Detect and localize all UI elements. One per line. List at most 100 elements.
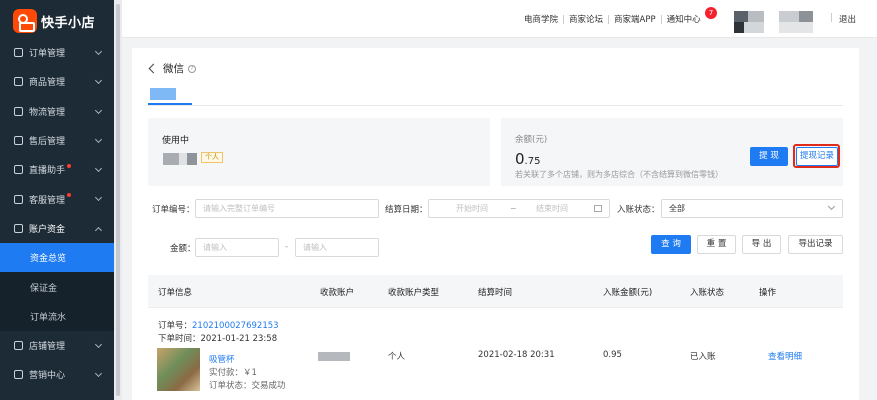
- sidebar-item-service[interactable]: 客服管理: [0, 184, 114, 213]
- balance-card: 余额(元) 0.75 若关联了多个店铺，则为多店综合（不含结算到微信零钱） 提 …: [501, 118, 843, 186]
- entry-status-select[interactable]: 全部: [661, 199, 843, 218]
- end-date-placeholder[interactable]: 结束时间: [536, 200, 568, 217]
- sidebar-item-store[interactable]: 店铺管理: [0, 331, 114, 360]
- sidebar-item-orders[interactable]: 订单管理: [0, 38, 114, 67]
- truck-icon: [14, 106, 23, 116]
- amount-min-input[interactable]: 请输入: [195, 238, 279, 257]
- settle-date-range-picker[interactable]: 开始时间 ~ 结束时间: [428, 199, 610, 218]
- column-header: 收款账户类型: [388, 288, 440, 298]
- product-name-link[interactable]: 吸管杯: [209, 353, 235, 365]
- product-thumbnail[interactable]: [157, 348, 200, 391]
- account-type-tag: 个人: [201, 152, 223, 163]
- sidebar-item-label: 订单流水: [30, 312, 67, 323]
- sidebar-item-goods[interactable]: 商品管理: [0, 67, 114, 96]
- new-dot-badge: [67, 193, 72, 198]
- reset-button[interactable]: 重 置: [697, 235, 736, 254]
- sidebar-menu: 订单管理 商品管理 物流管理 售后管理 直播助手 客服管理 账户资金 资金总览 …: [0, 38, 114, 390]
- order-no-label: 订单号：: [158, 321, 193, 331]
- divider: [831, 13, 832, 22]
- top-links: 电商学院 商家论坛 商家端APP 通知中心: [524, 13, 701, 25]
- logout-link[interactable]: 退出: [839, 13, 856, 25]
- back-arrow-icon[interactable]: [148, 63, 159, 74]
- marketing-icon: [14, 370, 23, 380]
- sidebar-item-label: 账户资金: [29, 224, 66, 235]
- sidebar-item-label: 商品管理: [29, 78, 66, 89]
- row-divider: [148, 307, 843, 308]
- chevron-down-icon: [94, 135, 103, 143]
- sidebar-item-label: 直播助手: [29, 166, 66, 177]
- tab-divider: [148, 105, 843, 106]
- balance-decimal: .75: [524, 156, 541, 167]
- settle-date-label: 结算日期：: [385, 205, 428, 215]
- order-no-label: 订单编号：: [152, 205, 195, 215]
- tab-masked-active[interactable]: [150, 88, 176, 100]
- settle-time-cell: 2021-02-18 20:31: [478, 350, 555, 360]
- entry-status-cell: 已入账: [690, 352, 716, 362]
- sidebar-item-label: 物流管理: [29, 107, 66, 118]
- user-account-masked[interactable]: [734, 11, 824, 33]
- entry-status-label: 入账状态：: [617, 205, 660, 215]
- chevron-down-icon: [94, 165, 103, 173]
- sidebar-item-deposit[interactable]: 保证金: [0, 272, 114, 302]
- sidebar-item-funds-overview[interactable]: 资金总览: [0, 243, 114, 273]
- sidebar-item-label: 店铺管理: [29, 342, 66, 353]
- view-detail-link[interactable]: 查看明细: [768, 350, 802, 362]
- sidebar-item-label: 售后管理: [29, 137, 66, 148]
- main-panel: 微信 ? 使用中 个人 余额(元) 0.75 若关联了多个店铺，则为多店综合（不…: [132, 48, 859, 400]
- column-header: 入账金额(元): [603, 288, 653, 298]
- brand-name: 快手小店: [41, 15, 96, 31]
- divider: [563, 14, 565, 24]
- column-header: 入账状态: [690, 288, 725, 298]
- sidebar: 快手小店 订单管理 商品管理 物流管理 售后管理 直播助手 客服管理 账户资金 …: [0, 0, 114, 400]
- account-type-cell: 个人: [388, 352, 406, 362]
- column-header: 订单信息: [158, 288, 193, 298]
- chevron-down-icon: [94, 106, 103, 114]
- column-header: 操作: [759, 288, 777, 298]
- question-icon[interactable]: ?: [188, 64, 196, 73]
- sidebar-item-marketing[interactable]: 营销中心: [0, 360, 114, 389]
- start-date-placeholder[interactable]: 开始时间: [456, 200, 488, 217]
- export-record-button[interactable]: 导出记录: [788, 235, 843, 254]
- export-button[interactable]: 导 出: [742, 235, 781, 254]
- column-header: 结算时间: [478, 288, 513, 298]
- balance-note: 若关联了多个店铺，则为多店综合（不含结算到微信零钱）: [515, 170, 723, 179]
- notification-count-badge: 7: [705, 7, 717, 19]
- service-icon: [14, 194, 23, 204]
- order-status: 订单状态：交易成功: [209, 381, 286, 391]
- link-merchant-forum[interactable]: 商家论坛: [569, 13, 603, 25]
- new-dot-badge: [67, 163, 72, 168]
- page-header: 微信 ?: [148, 61, 196, 76]
- page-title: 微信: [163, 63, 184, 75]
- sidebar-scroll-thumb[interactable]: [116, 4, 120, 396]
- divider: [660, 14, 662, 24]
- amount-label: 金额：: [170, 244, 196, 254]
- chevron-down-icon: [827, 202, 836, 211]
- sidebar-item-logistics[interactable]: 物流管理: [0, 97, 114, 126]
- entry-status-value: 全部: [669, 204, 685, 213]
- sidebar-item-label: 订单管理: [29, 49, 66, 60]
- amount-max-input[interactable]: 请输入: [295, 238, 379, 257]
- sidebar-item-live[interactable]: 直播助手: [0, 155, 114, 184]
- sidebar-item-aftersale[interactable]: 售后管理: [0, 126, 114, 155]
- order-number-link[interactable]: 2102100027692153: [192, 321, 279, 331]
- balance-amount: 0.75: [515, 150, 540, 168]
- status-title: 使用中: [162, 136, 190, 146]
- shield-icon: [14, 136, 23, 146]
- balance-integer: 0: [515, 150, 525, 168]
- link-merchant-app[interactable]: 商家端APP: [614, 13, 656, 25]
- sidebar-item-label: 保证金: [30, 283, 58, 294]
- chevron-down-icon: [94, 77, 103, 85]
- order-number-cell: 订单号：2102100027692153: [158, 319, 279, 331]
- chevron-down-icon: [94, 194, 103, 202]
- masked-account-name: [163, 153, 197, 165]
- withdraw-button[interactable]: 提 现: [750, 147, 788, 166]
- account-status-card: 使用中 个人: [148, 118, 490, 186]
- table-header: 订单信息 收款账户 收款账户类型 结算时间 入账金额(元) 入账状态 操作: [148, 275, 843, 307]
- link-ecommerce-academy[interactable]: 电商学院: [524, 13, 558, 25]
- link-notification-center[interactable]: 通知中心: [667, 13, 701, 25]
- query-button[interactable]: 查 询: [651, 235, 691, 254]
- sidebar-item-funds[interactable]: 账户资金: [0, 214, 114, 243]
- order-no-input[interactable]: 请输入完整订单编号: [195, 199, 379, 218]
- sidebar-item-order-flow[interactable]: 订单流水: [0, 301, 114, 331]
- brand-logo[interactable]: 快手小店: [13, 9, 95, 33]
